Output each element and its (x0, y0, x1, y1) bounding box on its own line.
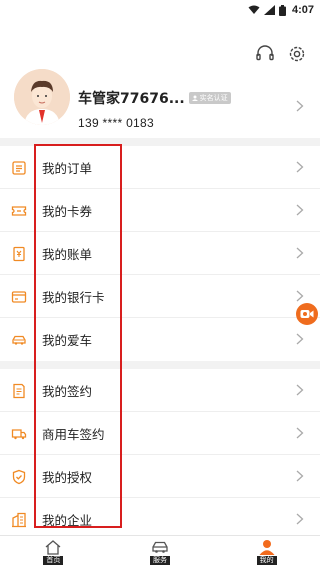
menu-item-label: 我的银行卡 (42, 289, 105, 305)
car-icon (12, 335, 26, 345)
building-icon (12, 512, 26, 528)
person-icon (191, 95, 198, 101)
avatar[interactable] (14, 69, 70, 125)
bill-icon (13, 246, 25, 262)
menu-group-contracts: 我的签约 商用车签约 我的授权 我的企业 (0, 369, 320, 541)
menu-item-bank-cards[interactable]: 我的银行卡 (0, 275, 320, 318)
floating-video-button[interactable] (296, 303, 318, 325)
battery-icon (278, 4, 286, 16)
menu-item-label: 我的账单 (42, 246, 93, 262)
status-bar: 4:07 (0, 0, 320, 20)
tab-label: 服务 (150, 556, 170, 565)
headset-icon[interactable] (255, 44, 275, 64)
chevron-right-icon (296, 513, 304, 525)
menu-item-label: 我的企业 (42, 513, 93, 528)
chevron-right-icon (296, 290, 304, 302)
menu-group-account: 我的订单 我的卡券 我的账单 我的银行卡 我的爱车 (0, 146, 320, 361)
shield-icon (12, 469, 26, 485)
menu-item-authorization[interactable]: 我的授权 (0, 455, 320, 498)
tab-label: 我的 (256, 556, 277, 565)
bottom-tab-bar: 首页 服务 我的 (0, 535, 320, 569)
order-list-icon (12, 161, 26, 175)
chevron-right-icon[interactable] (296, 100, 304, 112)
bank-card-icon (11, 291, 27, 303)
chevron-right-icon (296, 161, 304, 173)
service-car-icon (152, 541, 168, 553)
user-name: 车管家77676... (78, 91, 185, 107)
verify-badge: 实名认证 (188, 92, 231, 104)
menu-item-coupons[interactable]: 我的卡券 (0, 189, 320, 232)
menu-item-orders[interactable]: 我的订单 (0, 146, 320, 189)
menu-item-label: 我的签约 (42, 383, 93, 399)
menu-item-contracts[interactable]: 我的签约 (0, 369, 320, 412)
tab-home[interactable]: 首页 (0, 536, 107, 569)
status-time: 4:07 (291, 4, 314, 16)
coupon-icon (11, 206, 27, 216)
menu-item-label: 商用车签约 (42, 426, 105, 442)
tab-service[interactable]: 服务 (107, 536, 214, 569)
video-camera-icon (300, 310, 314, 318)
chevron-right-icon (296, 247, 304, 259)
menu-item-label: 我的授权 (42, 469, 93, 485)
menu-item-bills[interactable]: 我的账单 (0, 232, 320, 275)
menu-item-label: 我的卡券 (42, 203, 93, 219)
home-icon (45, 540, 61, 555)
chevron-right-icon (296, 427, 304, 439)
menu-item-commercial-vehicle-contract[interactable]: 商用车签约 (0, 412, 320, 455)
truck-icon (11, 429, 27, 440)
menu-item-label: 我的订单 (42, 160, 93, 176)
chevron-right-icon (296, 333, 304, 345)
signal-icon (263, 5, 275, 15)
chevron-right-icon (296, 204, 304, 216)
settings-gear-icon[interactable] (287, 44, 307, 64)
user-icon (259, 540, 275, 555)
chevron-right-icon (296, 384, 304, 396)
wifi-icon (248, 5, 260, 14)
phone-number: 139 **** 0183 (78, 116, 154, 130)
menu-item-label: 我的爱车 (42, 333, 93, 348)
profile-header[interactable]: 车管家77676... 实名认证 139 **** 0183 (0, 20, 320, 138)
chevron-right-icon (296, 470, 304, 482)
tab-mine[interactable]: 我的 (213, 536, 320, 569)
tab-label: 首页 (43, 556, 64, 565)
contract-icon (13, 383, 25, 399)
menu-item-my-car[interactable]: 我的爱车 (0, 318, 320, 361)
